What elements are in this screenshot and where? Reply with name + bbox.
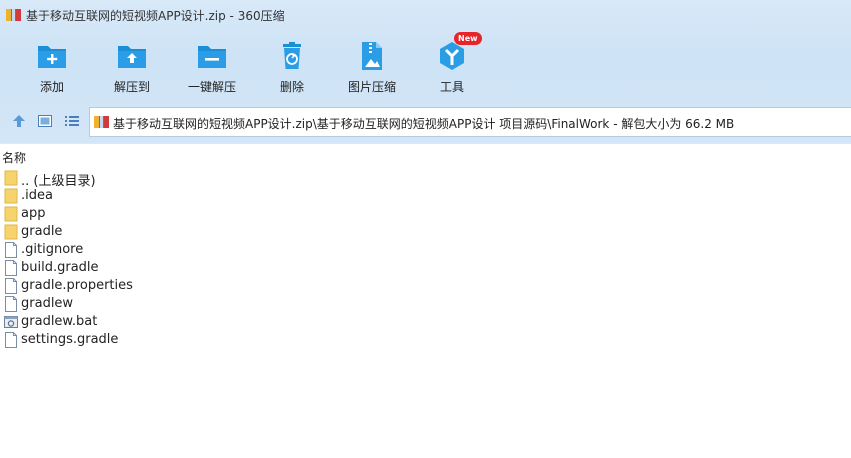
- zip-archive-icon: [94, 116, 109, 128]
- window-chrome: 基于移动互联网的短视频APP设计.zip - 360压缩 添加 解压到 一键解压…: [0, 0, 851, 143]
- document-icon: [5, 278, 17, 294]
- toolbar: 添加 解压到 一键解压 删除 图片压缩 New 工具: [0, 32, 851, 98]
- tools-button[interactable]: New 工具: [412, 32, 492, 98]
- up-arrow-icon[interactable]: [11, 113, 27, 129]
- file-row[interactable]: .idea: [0, 187, 400, 205]
- document-icon: [5, 260, 17, 276]
- folder-icon: [4, 170, 18, 186]
- file-row[interactable]: app: [0, 205, 400, 223]
- document-icon: [5, 242, 17, 258]
- one-click-extract-button[interactable]: 一键解压: [172, 32, 252, 98]
- file-name: gradle: [21, 224, 63, 239]
- column-name-header[interactable]: 名称: [2, 149, 26, 166]
- thumbnail-view-icon[interactable]: [37, 113, 53, 129]
- folder-icon: [4, 206, 18, 222]
- file-row[interactable]: build.gradle: [0, 259, 400, 277]
- file-row[interactable]: gradlew.bat: [0, 313, 400, 331]
- file-row[interactable]: gradle: [0, 223, 400, 241]
- document-icon: [5, 332, 17, 348]
- file-name: .idea: [21, 188, 53, 203]
- add-label: 添加: [39, 80, 64, 94]
- file-name: app: [21, 206, 46, 221]
- recycle-bin-icon: [283, 42, 301, 69]
- zip-archive-icon: [6, 9, 21, 21]
- file-name: build.gradle: [21, 260, 99, 275]
- new-badge: New: [454, 32, 482, 45]
- delete-label: 删除: [279, 80, 304, 94]
- navigation-bar: 基于移动互联网的短视频APP设计.zip\基于移动互联网的短视频APP设计 项目…: [0, 104, 851, 140]
- file-row[interactable]: gradle.properties: [0, 277, 400, 295]
- window-title: 基于移动互联网的短视频APP设计.zip - 360压缩: [26, 9, 285, 23]
- add-button[interactable]: 添加: [12, 32, 92, 98]
- image-compress-button[interactable]: 图片压缩: [332, 32, 412, 98]
- file-name: gradle.properties: [21, 278, 133, 293]
- extract-to-icon: [118, 46, 146, 68]
- image-compress-icon: [362, 42, 382, 70]
- file-name: .gitignore: [21, 242, 84, 257]
- extract-to-button[interactable]: 解压到: [92, 32, 172, 98]
- folder-icon: [4, 224, 18, 240]
- title-bar: 基于移动互联网的短视频APP设计.zip - 360压缩: [0, 0, 851, 30]
- file-row[interactable]: .. (上级目录): [0, 169, 400, 189]
- file-name: gradlew.bat: [21, 314, 98, 329]
- file-row[interactable]: settings.gradle: [0, 331, 400, 349]
- file-row[interactable]: .gitignore: [0, 241, 400, 259]
- delete-button[interactable]: 删除: [252, 32, 332, 98]
- document-icon: [5, 296, 17, 312]
- extract-to-label: 解压到: [113, 80, 150, 94]
- one-click-extract-icon: [198, 46, 226, 68]
- add-folder-icon: [38, 46, 66, 68]
- file-row[interactable]: gradlew: [0, 295, 400, 313]
- image-compress-label: 图片压缩: [347, 80, 396, 94]
- path-text: 基于移动互联网的短视频APP设计.zip\基于移动互联网的短视频APP设计 项目…: [113, 117, 735, 131]
- path-bar[interactable]: 基于移动互联网的短视频APP设计.zip\基于移动互联网的短视频APP设计 项目…: [89, 107, 851, 137]
- file-name: settings.gradle: [21, 332, 119, 347]
- file-name: gradlew: [21, 296, 74, 311]
- one-click-extract-label: 一键解压: [187, 80, 236, 94]
- tools-label: 工具: [439, 80, 464, 94]
- batch-file-icon: [4, 316, 18, 328]
- list-view-icon[interactable]: [64, 113, 80, 129]
- column-header: 名称: [0, 143, 851, 168]
- folder-icon: [4, 188, 18, 204]
